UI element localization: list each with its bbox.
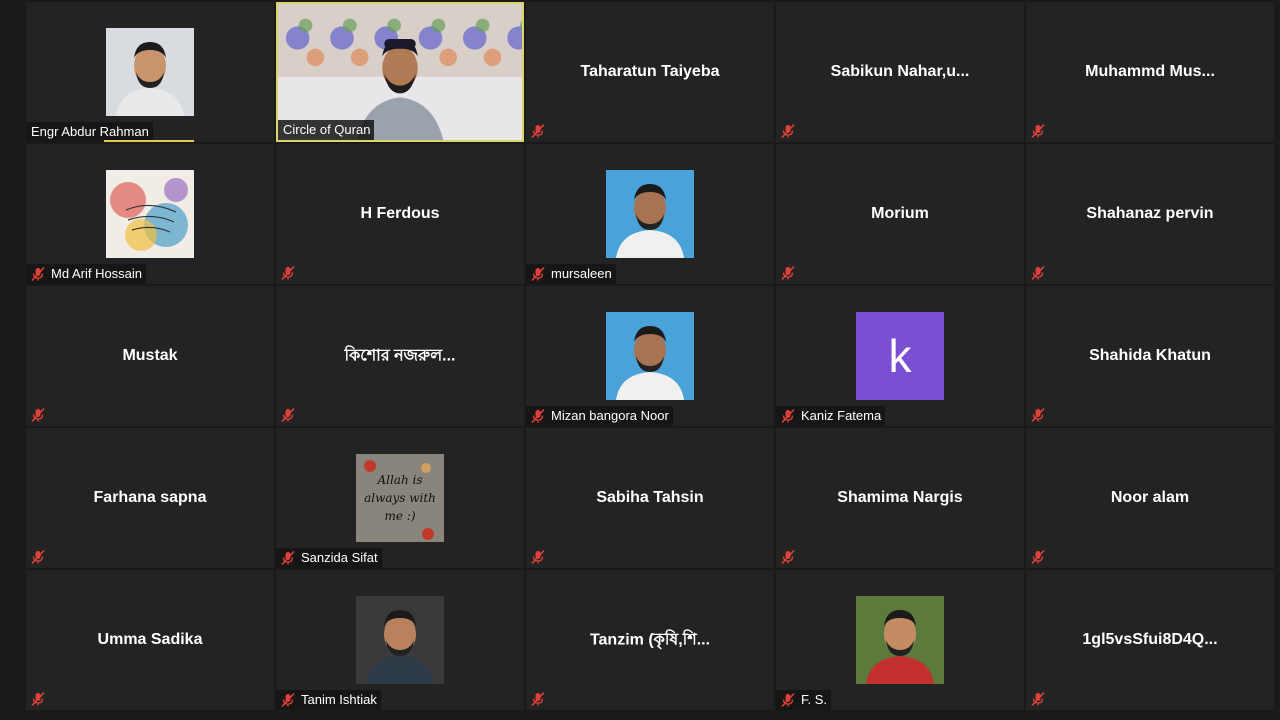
participant-name-label: Kaniz Fatema: [776, 406, 886, 426]
participant-tile[interactable]: Umma Sadika: [26, 570, 274, 710]
mic-muted-icon: [780, 692, 796, 708]
participant-name: Farhana sapna: [93, 489, 207, 506]
participant-tile[interactable]: Shahida Khatun: [1026, 286, 1274, 426]
participant-tile[interactable]: F. S.: [776, 570, 1024, 710]
participant-tile[interactable]: mursaleen: [526, 144, 774, 284]
participant-tile[interactable]: k Kaniz Fatema: [776, 286, 1024, 426]
participant-tile[interactable]: Muhammd Mus...: [1026, 2, 1274, 142]
participant-tile[interactable]: H Ferdous: [276, 144, 524, 284]
mic-muted-icon: [280, 550, 296, 566]
participant-tile[interactable]: Mustak: [26, 286, 274, 426]
profile-photo: [106, 28, 194, 116]
participant-name-label: Tanim Ishtiak: [276, 690, 381, 710]
mic-muted-icon: [530, 123, 546, 139]
participant-name-label: F. S.: [776, 690, 832, 710]
profile-photo: [356, 596, 444, 684]
mic-muted-icon: [780, 549, 796, 565]
participant-name: Mizan bangora Noor: [551, 408, 669, 423]
participant-name: Sabiha Tahsin: [596, 489, 704, 506]
participant-tile[interactable]: Taharatun Taiyeba: [526, 2, 774, 142]
participant-name-label: Circle of Quran: [278, 120, 375, 140]
mic-muted-icon: [30, 549, 46, 565]
participant-name-label: Mizan bangora Noor: [526, 406, 673, 426]
participant-tile[interactable]: Tanim Ishtiak: [276, 570, 524, 710]
mic-muted-icon: [1030, 691, 1046, 707]
svg-text:Allah is: Allah is: [376, 473, 422, 487]
mic-muted-icon: [1030, 265, 1046, 281]
participant-name: Tanim Ishtiak: [301, 692, 377, 707]
participant-tile[interactable]: Engr Abdur Rahman: [26, 2, 274, 142]
participant-name-label: Engr Abdur Rahman: [26, 122, 153, 142]
participant-name: Shahida Khatun: [1089, 347, 1211, 364]
gallery-view-grid: Engr Abdur Rahman Circle of Quran Taharatu…: [26, 2, 1274, 712]
participant-name: Umma Sadika: [97, 631, 203, 648]
participant-tile[interactable]: Sabiha Tahsin: [526, 428, 774, 568]
participant-name: Kaniz Fatema: [801, 408, 882, 423]
participant-name: Md Arif Hossain: [51, 266, 143, 281]
mic-muted-icon: [530, 266, 546, 282]
participant-tile[interactable]: Circle of Quran: [276, 2, 524, 142]
svg-text:always with: always with: [364, 491, 436, 505]
participant-tile[interactable]: Shamima Nargis: [776, 428, 1024, 568]
mic-muted-icon: [30, 266, 46, 282]
participant-name: কিশোর নজরুল...: [344, 347, 456, 365]
mic-muted-icon: [1030, 549, 1046, 565]
mic-muted-icon: [780, 265, 796, 281]
participant-tile[interactable]: Md Arif Hossain: [26, 144, 274, 284]
participant-tile[interactable]: Farhana sapna: [26, 428, 274, 568]
participant-name: mursaleen: [551, 266, 612, 281]
mic-muted-icon: [780, 408, 796, 424]
mic-muted-icon: [1030, 407, 1046, 423]
participant-name-label: Sanzida Sifat: [276, 548, 382, 568]
participant-tile[interactable]: Shahanaz pervin: [1026, 144, 1274, 284]
participant-name: Muhammd Mus...: [1085, 63, 1215, 80]
mic-muted-icon: [30, 691, 46, 707]
participant-name: Morium: [871, 205, 929, 222]
participant-tile[interactable]: 1gl5vsSfui8D4Q...: [1026, 570, 1274, 710]
participant-tile[interactable]: Tanzim (কৃষি,শি...: [526, 570, 774, 710]
mic-muted-icon: [280, 692, 296, 708]
participant-name: Taharatun Taiyeba: [580, 63, 720, 80]
participant-name: Mustak: [122, 347, 178, 364]
participant-name: Shahanaz pervin: [1086, 205, 1214, 222]
participant-tile[interactable]: কিশোর নজরুল...: [276, 286, 524, 426]
participant-name: Circle of Quran: [283, 122, 371, 137]
mic-muted-icon: [1030, 123, 1046, 139]
participant-name: Sanzida Sifat: [301, 550, 378, 565]
profile-photo: [606, 312, 694, 400]
participant-name-label: mursaleen: [526, 264, 616, 284]
mic-muted-icon: [530, 408, 546, 424]
mic-muted-icon: [530, 549, 546, 565]
profile-photo: [106, 170, 194, 258]
speaking-indicator: [104, 140, 194, 142]
participant-name: F. S.: [801, 692, 828, 707]
profile-photo: Allah is always with me :): [356, 454, 444, 542]
participant-tile[interactable]: Sabikun Nahar,u...: [776, 2, 1024, 142]
participant-name: Engr Abdur Rahman: [31, 124, 149, 139]
participant-name: H Ferdous: [360, 205, 440, 222]
participant-tile[interactable]: Mizan bangora Noor: [526, 286, 774, 426]
participant-tile[interactable]: Morium: [776, 144, 1024, 284]
participant-name: 1gl5vsSfui8D4Q...: [1082, 631, 1218, 648]
svg-text:me :): me :): [384, 509, 415, 523]
participant-name: Shamima Nargis: [837, 489, 963, 506]
participant-name: Noor alam: [1110, 489, 1190, 506]
mic-muted-icon: [30, 407, 46, 423]
profile-photo: [856, 596, 944, 684]
participant-tile[interactable]: Allah is always with me :) Sanzida Sifat: [276, 428, 524, 568]
participant-tile[interactable]: Noor alam: [1026, 428, 1274, 568]
profile-photo: [606, 170, 694, 258]
mic-muted-icon: [530, 691, 546, 707]
mic-muted-icon: [280, 265, 296, 281]
participant-name: Tanzim (কৃষি,শি...: [589, 631, 711, 649]
mic-muted-icon: [280, 407, 296, 423]
participant-name-label: Md Arif Hossain: [26, 264, 147, 284]
participant-name: Sabikun Nahar,u...: [830, 63, 970, 80]
mic-muted-icon: [780, 123, 796, 139]
letter-avatar: k: [856, 312, 944, 400]
